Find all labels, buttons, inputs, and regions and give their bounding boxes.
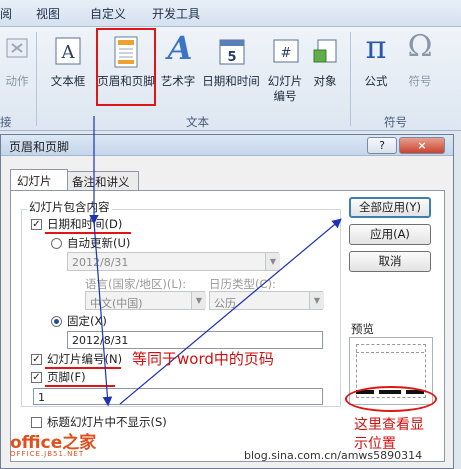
blog-watermark: blog.sina.com.cn/amws5890314 <box>244 449 423 462</box>
annotation-arrows <box>89 116 342 407</box>
preview-note-1: 这里查看显 <box>354 417 424 433</box>
arrow-to-footer <box>93 221 113 407</box>
page-number-note: 等同于word中的页码 <box>132 350 274 368</box>
office-logo-sub: OFFICE.JB51.NET <box>10 450 85 458</box>
arrow-to-apply-all <box>119 218 342 405</box>
